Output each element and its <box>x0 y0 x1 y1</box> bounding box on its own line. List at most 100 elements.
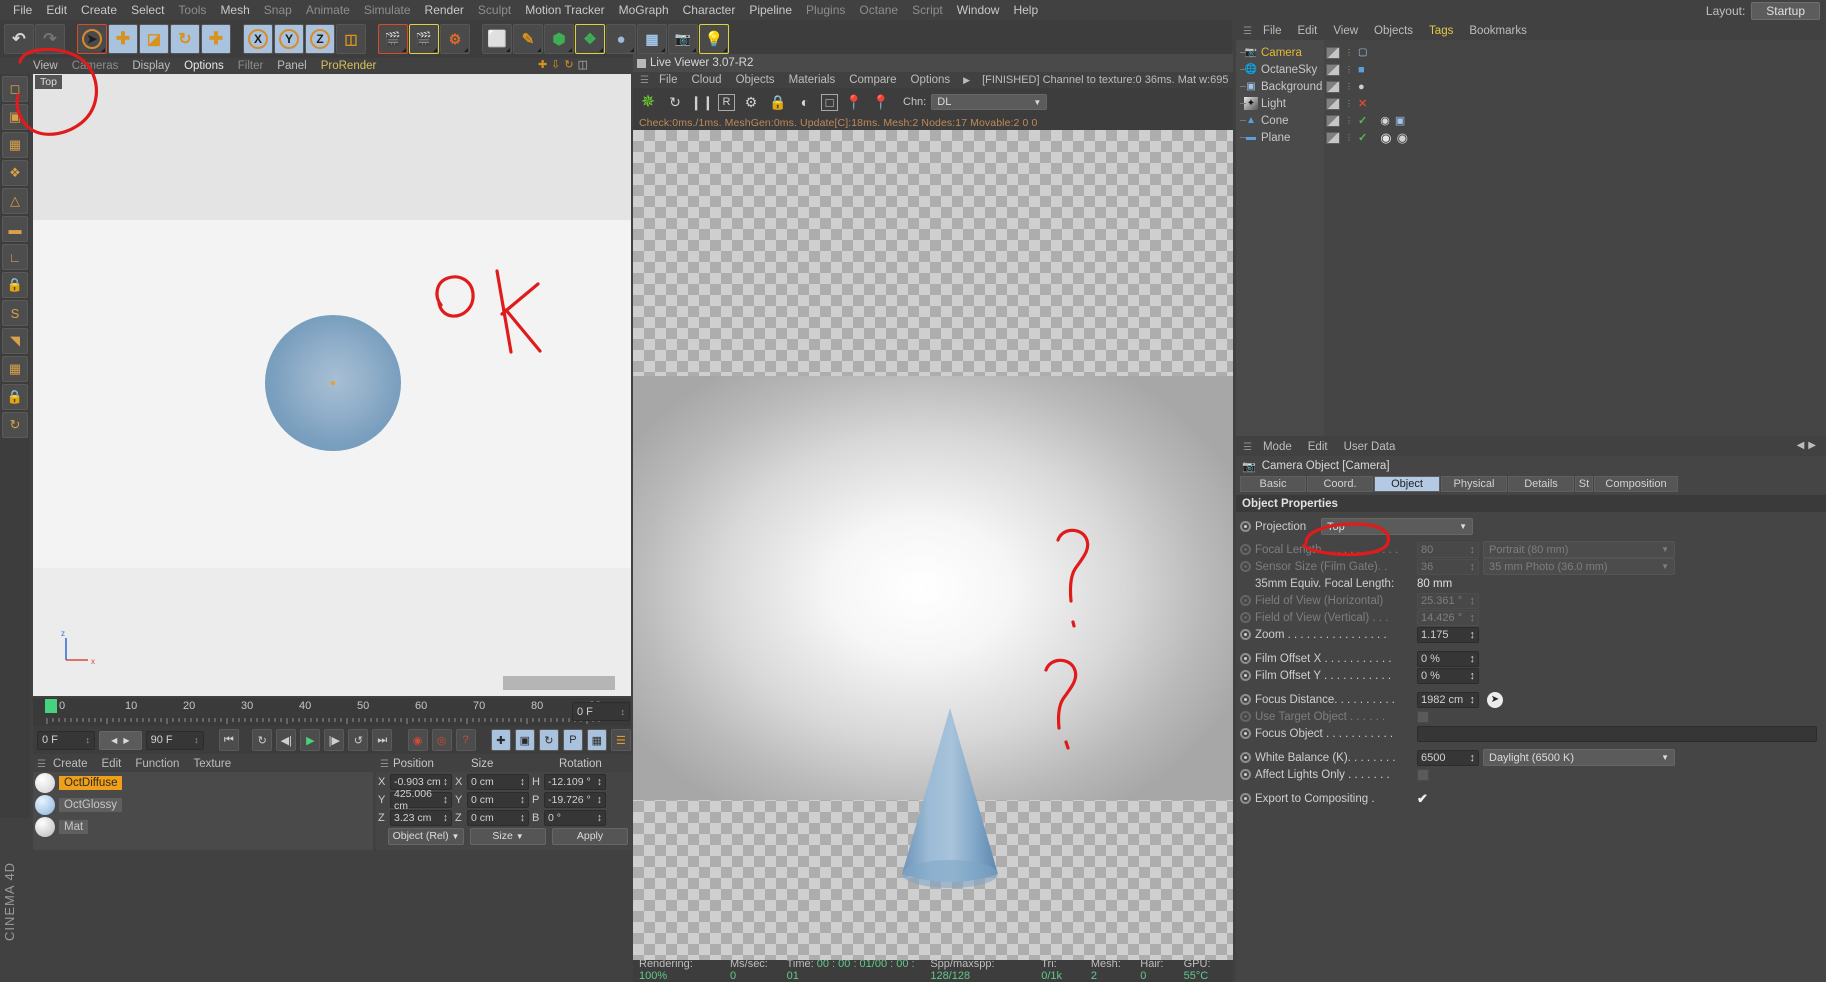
live-viewer-menu-objects[interactable]: Objects <box>729 74 782 86</box>
viewport-menu-view[interactable]: View <box>26 58 65 74</box>
white-balance-preset-select[interactable]: Daylight (6500 K) ▼ <box>1483 749 1675 766</box>
tab-basic[interactable]: Basic <box>1240 476 1306 492</box>
om-menu-bookmarks[interactable]: Bookmarks <box>1461 25 1535 37</box>
object-row-camera[interactable]: 📷 Camera <box>1236 44 1324 61</box>
param-key-icon[interactable]: P <box>562 729 583 751</box>
play-backward-icon[interactable]: ◀| <box>276 729 297 751</box>
focus-picker-icon[interactable]: ➤ <box>1487 691 1503 708</box>
sensor-size-field[interactable]: 36 ↕ <box>1417 558 1479 575</box>
play-forward-icon[interactable]: ▶ <box>300 729 321 751</box>
dolly-icon[interactable]: ⇩ <box>551 58 560 71</box>
material-menu-create[interactable]: Create <box>46 758 95 770</box>
size-z-field[interactable]: 0 cm ↕ <box>467 810 529 826</box>
plane-material-tag2-icon[interactable]: ◉ <box>1397 130 1408 146</box>
cone-visibility-on-icon[interactable]: ✓ <box>1358 114 1367 127</box>
step-forward-frame-icon[interactable]: |▶ <box>324 729 345 751</box>
white-balance-field[interactable]: 6500 ↕ <box>1417 749 1479 766</box>
visibility-dots-cell[interactable] <box>1326 80 1340 93</box>
focal-length-preset-select[interactable]: Portrait (80 mm) ▼ <box>1483 541 1675 558</box>
menu-item-edit[interactable]: Edit <box>39 0 74 20</box>
focus-object-radio-icon[interactable] <box>1240 728 1251 739</box>
plane-material-tag-icon[interactable]: ◉ <box>1380 130 1391 146</box>
visibility-dots-icon[interactable]: ⋮ <box>1345 117 1353 125</box>
fov-vertical-field[interactable]: 14.426 ° ↕ <box>1417 609 1479 626</box>
pan-icon[interactable]: ✚ <box>538 58 547 71</box>
tool-snap-icon[interactable]: S <box>2 300 28 326</box>
visibility-dots-icon[interactable]: ⋮ <box>1345 66 1353 74</box>
focal-length-radio-icon[interactable] <box>1240 544 1251 555</box>
cone-material-tag-icon[interactable]: ◉ <box>1380 114 1390 127</box>
deformer-icon[interactable]: ❖ <box>575 24 605 54</box>
rotation-b-field[interactable]: 0 ° ↕ <box>544 810 606 826</box>
scale-tool-icon[interactable]: ◪ <box>139 24 169 54</box>
menu-item-file[interactable]: File <box>6 0 39 20</box>
visibility-dots-cell[interactable] <box>1326 97 1340 110</box>
frame-step-buttons[interactable]: ◀ ▶ <box>99 730 142 750</box>
menu-item-window[interactable]: Window <box>950 0 1007 20</box>
tool-lock-axis-icon[interactable]: 🔒 <box>2 384 28 410</box>
tool-viewport-solo-icon[interactable]: ↻ <box>2 412 28 438</box>
menu-item-snap[interactable]: Snap <box>257 0 299 20</box>
scale-key-icon[interactable]: ▣ <box>514 729 535 751</box>
go-to-start-icon[interactable]: ⏮ <box>218 729 239 751</box>
object-row-octanesky[interactable]: 🌐 OctaneSky <box>1236 61 1324 78</box>
render-settings-icon[interactable]: ⚙ <box>440 24 470 54</box>
tab-physical[interactable]: Physical <box>1441 476 1507 492</box>
go-to-end-icon[interactable]: ⏭ <box>372 729 393 751</box>
perspective-viewport[interactable]: Top z x <box>33 74 631 696</box>
menu-item-create[interactable]: Create <box>74 0 124 20</box>
viewport-menu-prorender[interactable]: ProRender <box>314 58 384 74</box>
visibility-dots-cell[interactable] <box>1326 63 1340 76</box>
loop-playback-icon[interactable]: ↻ <box>252 729 273 751</box>
timeline-playhead[interactable] <box>45 699 57 713</box>
menu-item-octane[interactable]: Octane <box>852 0 905 20</box>
tool-points-mode-icon[interactable]: ❖ <box>2 160 28 186</box>
material-menu-function[interactable]: Function <box>128 758 186 770</box>
tab-composition[interactable]: Composition <box>1594 476 1678 492</box>
om-menu-objects[interactable]: Objects <box>1366 25 1421 37</box>
material-grip-icon[interactable]: ☰ <box>37 759 46 770</box>
viewport-menu-options[interactable]: Options <box>177 58 231 74</box>
object-row-background[interactable]: ▣ Background <box>1236 78 1324 95</box>
camera-icon[interactable]: 📷 <box>668 24 698 54</box>
background-tag-icon[interactable]: ● <box>1358 81 1365 93</box>
menu-item-mograph[interactable]: MoGraph <box>612 0 676 20</box>
visibility-dots-cell[interactable] <box>1326 114 1340 127</box>
tab-object[interactable]: Object <box>1374 476 1440 492</box>
rotation-h-field[interactable]: -12.109 ° ↕ <box>544 774 606 790</box>
object-manager-grip-icon[interactable]: ☰ <box>1240 26 1255 37</box>
om-menu-edit[interactable]: Edit <box>1290 25 1326 37</box>
use-target-object-checkbox[interactable] <box>1417 710 1429 723</box>
rotation-key-icon[interactable]: ↻ <box>538 729 559 751</box>
focus-distance-radio-icon[interactable] <box>1240 694 1251 705</box>
film-offset-y-field[interactable]: 0 % ↕ <box>1417 667 1479 684</box>
tool-polygons-mode-icon[interactable]: ▬ <box>2 216 28 242</box>
visibility-dots-cell[interactable] <box>1326 46 1340 59</box>
cone-extra-tag-icon[interactable]: ▣ <box>1395 114 1405 127</box>
size-mode-select[interactable]: Size ▼ <box>470 827 546 845</box>
redo-icon[interactable]: ↷ <box>35 24 65 54</box>
visibility-dots-icon[interactable]: ⋮ <box>1345 49 1353 57</box>
rotate-tool-icon[interactable]: ↻ <box>170 24 200 54</box>
position-y-field[interactable]: 425.006 cm ↕ <box>390 788 452 812</box>
octane-material-preview-icon[interactable]: ◐ <box>794 91 816 113</box>
menu-item-motion-tracker[interactable]: Motion Tracker <box>518 0 611 20</box>
octane-settings-icon[interactable]: ⚙ <box>740 91 762 113</box>
position-key-icon[interactable]: ✚ <box>490 729 511 751</box>
current-frame-field[interactable]: 0 F ↕ <box>572 702 630 721</box>
world-axis-icon[interactable]: ◫ <box>336 24 366 54</box>
live-viewer-menu-cloud[interactable]: Cloud <box>685 74 729 86</box>
light-visibility-off-icon[interactable]: ✕ <box>1358 97 1367 110</box>
tool-workplane-icon[interactable]: ◥ <box>2 328 28 354</box>
octane-restart-icon[interactable]: ↻ <box>664 91 686 113</box>
om-menu-view[interactable]: View <box>1325 25 1366 37</box>
axis-z-icon[interactable]: Z <box>305 24 335 54</box>
focus-distance-field[interactable]: 1982 cm ↕ <box>1417 691 1479 708</box>
projection-radio-icon[interactable] <box>1240 521 1251 532</box>
material-menu-texture[interactable]: Texture <box>186 758 238 770</box>
pla-key-icon[interactable]: ▦ <box>586 729 607 751</box>
loop-range-icon[interactable]: ↺ <box>348 729 369 751</box>
generator-icon[interactable]: ⬢ <box>544 24 574 54</box>
film-offset-x-radio-icon[interactable] <box>1240 653 1251 664</box>
start-frame-field[interactable]: 0 F ↕ <box>37 730 95 750</box>
